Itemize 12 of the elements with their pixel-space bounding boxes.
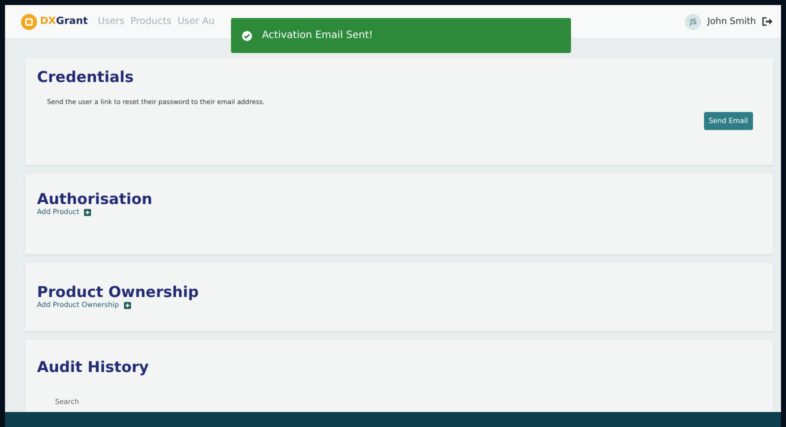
section-title: Authorisation — [37, 190, 154, 208]
user-name[interactable]: John Smith — [707, 16, 756, 26]
section-title: Credentials — [37, 68, 135, 86]
toast-message: Activation Email Sent! — [262, 30, 373, 41]
logout-icon[interactable] — [762, 17, 773, 26]
section-title: Product Ownership — [37, 283, 200, 301]
logo-icon — [21, 14, 37, 30]
section-title: Audit History — [37, 358, 150, 376]
brand-name[interactable]: DXGrant — [40, 16, 88, 27]
plus-icon[interactable] — [84, 208, 92, 216]
plus-icon[interactable] — [124, 302, 131, 308]
check-icon — [242, 30, 252, 40]
